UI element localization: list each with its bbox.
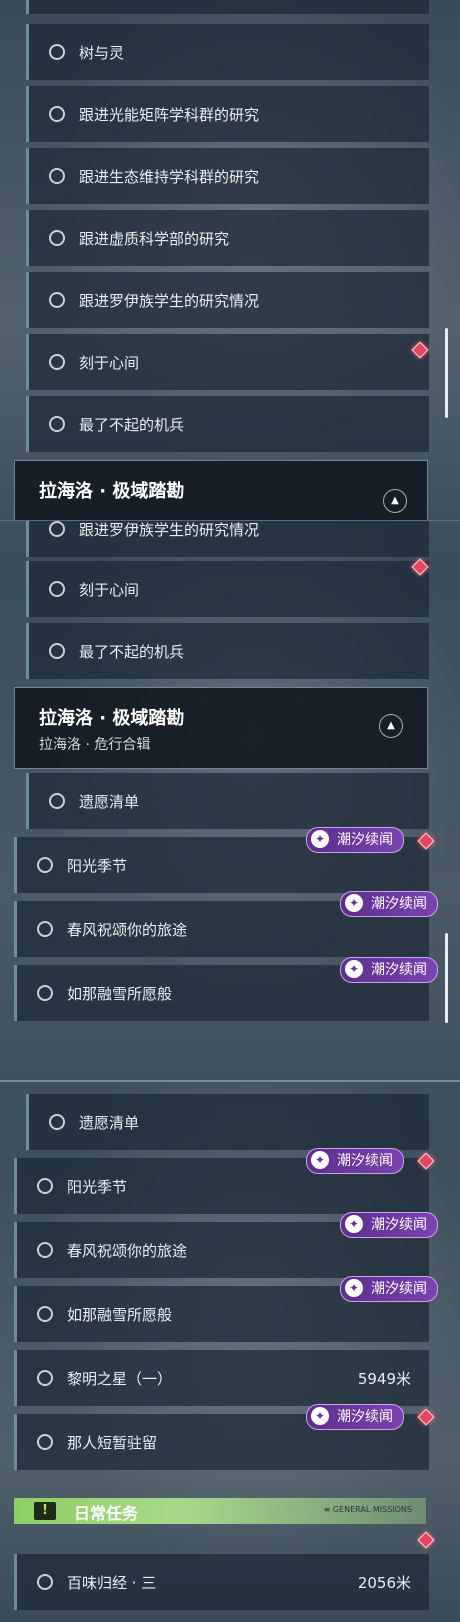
distance-label: 5949米 [357, 1369, 411, 1388]
quest-row-partial[interactable]: 跟进罗伊族学生的研究情况 [26, 520, 429, 557]
tag-label: 潮汐续闻 [337, 832, 393, 848]
circle-icon [37, 1370, 53, 1386]
alert-icon: ! [34, 1502, 56, 1520]
quest-row[interactable]: 百味归经 · 三 2056米 [14, 1554, 429, 1610]
tide-tag: ✦ 潮汐续闻 [340, 1276, 438, 1302]
tide-icon: ✦ [345, 960, 363, 978]
quest-title: 树与灵 [79, 43, 125, 62]
circle-icon [49, 643, 65, 659]
quest-row[interactable]: 最了不起的机兵 [26, 396, 429, 452]
scrollbar[interactable] [445, 933, 448, 1023]
quest-title: 刻于心间 [79, 353, 140, 372]
tag-label: 潮汐续闻 [371, 1281, 427, 1297]
circle-icon [49, 521, 65, 537]
quest-title: 如那融雪所愿般 [67, 984, 173, 1003]
circle-icon [37, 1242, 53, 1258]
quest-row[interactable]: 跟进罗伊族学生的研究情况 [26, 272, 429, 328]
tide-icon: ✦ [345, 894, 363, 912]
tag-label: 潮汐续闻 [337, 1153, 393, 1169]
quest-row[interactable]: 跟进虚质科学部的研究 [26, 210, 429, 266]
chapter-header[interactable]: 拉海洛 · 极域踏勘 ▲ [14, 460, 428, 520]
circle-icon [49, 1114, 65, 1130]
quest-title: 那人短暂驻留 [67, 1433, 158, 1452]
quest-row[interactable]: 刻于心间 [26, 334, 429, 390]
quest-title: 春风祝颂你的旅途 [67, 920, 188, 939]
circle-icon [49, 106, 65, 122]
chapter-header[interactable]: 拉海洛 · 极域踏勘 拉海洛 · 危行合辑 ▲ [14, 687, 428, 769]
quest-title: 跟进罗伊族学生的研究情况 [79, 520, 260, 539]
daily-mission-header[interactable]: ! 日常任务 ≡ GENERAL MISSIONS [14, 1498, 426, 1524]
circle-icon [49, 230, 65, 246]
quest-title: 春风祝颂你的旅途 [67, 1241, 188, 1260]
quest-title: 阳光季节 [67, 856, 128, 875]
quest-row[interactable]: 遗愿清单 [26, 773, 429, 829]
tide-icon: ✦ [311, 830, 329, 848]
circle-icon [49, 44, 65, 60]
quest-title: 跟进虚质科学部的研究 [79, 229, 230, 248]
tag-label: 潮汐续闻 [371, 1217, 427, 1233]
tide-icon: ✦ [345, 1215, 363, 1233]
quest-title: 跟进光能矩阵学科群的研究 [79, 105, 260, 124]
quest-title: 最了不起的机兵 [79, 642, 185, 661]
quest-row[interactable]: 黎明之星（一） 5949米 [14, 1350, 429, 1406]
circle-icon [37, 857, 53, 873]
circle-icon [49, 168, 65, 184]
new-marker-icon [417, 1531, 435, 1549]
tide-icon: ✦ [345, 1279, 363, 1297]
quest-title: 最了不起的机兵 [79, 415, 185, 434]
tide-icon: ✦ [311, 1407, 329, 1425]
circle-icon [49, 354, 65, 370]
tide-tag: ✦ 潮汐续闻 [340, 1212, 438, 1238]
tide-tag: ✦ 潮汐续闻 [306, 1148, 404, 1174]
quest-title: 黎明之星（一） [67, 1369, 173, 1388]
daily-small-label: ≡ GENERAL MISSIONS [323, 1505, 412, 1514]
quest-title: 如那融雪所愿般 [67, 1305, 173, 1324]
quest-row[interactable]: 刻于心间 [26, 561, 429, 617]
quest-title: 遗愿清单 [79, 792, 140, 811]
quest-row-partial[interactable] [26, 0, 429, 14]
quest-row[interactable]: 树与灵 [26, 24, 429, 80]
circle-icon [37, 985, 53, 1001]
tide-icon: ✦ [311, 1151, 329, 1169]
collapse-icon[interactable]: ▲ [383, 489, 407, 513]
panel-top: 树与灵 跟进光能矩阵学科群的研究 跟进生态维持学科群的研究 跟进虚质科学部的研究… [0, 0, 460, 520]
chapter-subtitle: 拉海洛 · 危行合辑 [39, 737, 151, 753]
chapter-title: 拉海洛 · 极域踏勘 [39, 708, 185, 729]
circle-icon [49, 292, 65, 308]
circle-icon [49, 793, 65, 809]
tide-tag: ✦ 潮汐续闻 [306, 827, 404, 853]
circle-icon [49, 416, 65, 432]
tide-tag: ✦ 潮汐续闻 [340, 891, 438, 917]
quest-row[interactable]: 遗愿清单 [26, 1094, 429, 1150]
quest-row[interactable]: 跟进生态维持学科群的研究 [26, 148, 429, 204]
tide-tag: ✦ 潮汐续闻 [306, 1404, 404, 1430]
quest-title: 跟进生态维持学科群的研究 [79, 167, 260, 186]
scrollbar[interactable] [445, 328, 448, 418]
quest-title: 跟进罗伊族学生的研究情况 [79, 291, 260, 310]
distance-label: 2056米 [357, 1573, 411, 1592]
quest-row[interactable]: 最了不起的机兵 [26, 623, 429, 679]
circle-icon [49, 581, 65, 597]
tide-tag: ✦ 潮汐续闻 [340, 957, 438, 983]
tag-label: 潮汐续闻 [371, 962, 427, 978]
circle-icon [37, 1434, 53, 1450]
circle-icon [37, 1306, 53, 1322]
quest-row[interactable]: 跟进光能矩阵学科群的研究 [26, 86, 429, 142]
collapse-icon[interactable]: ▲ [379, 714, 403, 738]
daily-title: 日常任务 [74, 1504, 139, 1523]
panel-bottom: 遗愿清单 阳光季节 春风祝颂你的旅途 如那融雪所愿般 黎明之星（一） 5949米 … [0, 1080, 460, 1622]
quest-title: 刻于心间 [79, 580, 140, 599]
tag-label: 潮汐续闻 [371, 896, 427, 912]
quest-title: 遗愿清单 [79, 1113, 140, 1132]
circle-icon [37, 1178, 53, 1194]
panel-middle: 跟进罗伊族学生的研究情况 刻于心间 最了不起的机兵 拉海洛 · 极域踏勘 拉海洛… [0, 520, 460, 1051]
quest-title: 百味归经 · 三 [67, 1573, 157, 1592]
tag-label: 潮汐续闻 [337, 1409, 393, 1425]
quest-title: 阳光季节 [67, 1177, 128, 1196]
chapter-title: 拉海洛 · 极域踏勘 [39, 481, 185, 502]
circle-icon [37, 921, 53, 937]
circle-icon [37, 1574, 53, 1590]
